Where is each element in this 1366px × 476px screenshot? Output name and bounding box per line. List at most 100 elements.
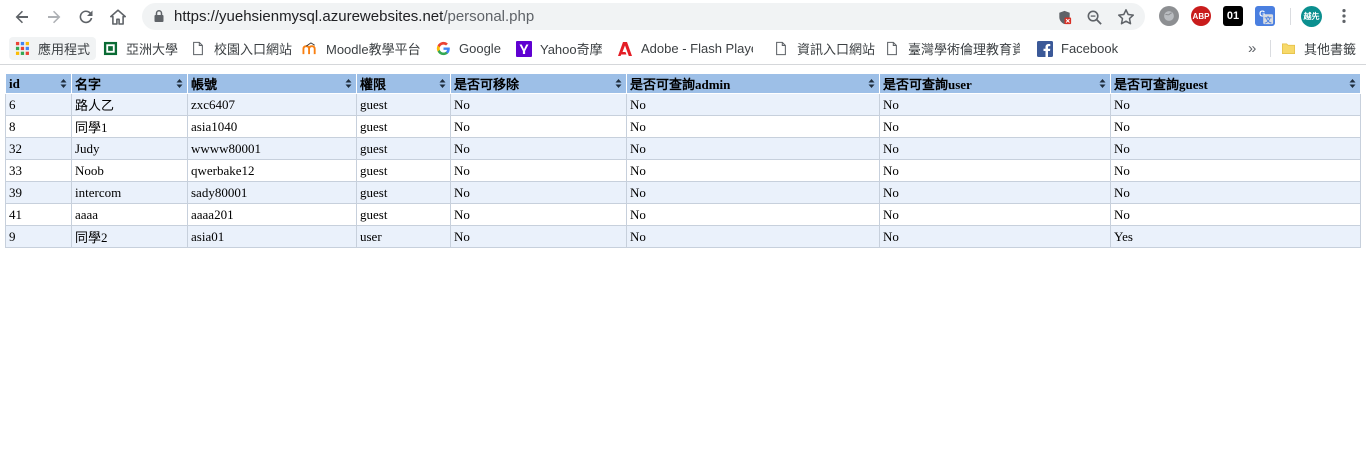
bookmark-moodle[interactable]: Moodle教學平台	[302, 37, 421, 60]
sort-icon[interactable]	[439, 78, 446, 89]
table-cell: qwerbake12	[187, 159, 357, 182]
bookmark-campus-portal[interactable]: 校園入口網站	[190, 37, 292, 60]
table-cell: 同學1	[71, 115, 188, 138]
column-header[interactable]: 是否可移除	[450, 73, 627, 94]
bookmark-info-portal[interactable]: 資訊入口網站	[773, 37, 875, 60]
lock-icon[interactable]	[152, 9, 166, 23]
table-cell: No	[879, 203, 1111, 226]
01-extension-icon[interactable]: 01	[1223, 6, 1243, 26]
zoom-icon[interactable]	[1085, 8, 1103, 26]
bookmarks-overflow-button[interactable]: »	[1248, 37, 1256, 60]
table-cell: guest	[356, 203, 451, 226]
table-cell: intercom	[71, 181, 188, 204]
sort-icon[interactable]	[345, 78, 352, 89]
url-path: /personal.php	[443, 8, 535, 25]
table-cell: aaaa	[71, 203, 188, 226]
bookmark-ethics-edu[interactable]: 臺灣學術倫理教育資	[884, 37, 1020, 60]
table-cell: No	[1110, 115, 1361, 138]
abp-label: ABP	[1192, 11, 1210, 21]
table-cell: 6	[5, 93, 72, 116]
table-cell: sady80001	[187, 181, 357, 204]
address-bar[interactable]: https://yuehsienmysql.azurewebsites.net/…	[142, 3, 1145, 30]
bookmark-adobe-flash[interactable]: Adobe - Flash Playe	[617, 37, 753, 60]
table-cell: asia1040	[187, 115, 357, 138]
column-header[interactable]: 帳號	[187, 73, 357, 94]
apps-grid-icon	[14, 41, 30, 57]
table-header-row: id 名字 帳號 權限 是否可移除 是否可查詢admin 是否可查詢user 是否可查詢gue…	[5, 73, 1361, 94]
column-header[interactable]: 是否可查詢guest	[1110, 73, 1361, 94]
bookmark-other[interactable]: 其他書籤	[1280, 37, 1356, 60]
table-cell: No	[879, 181, 1111, 204]
table-row: 9 同學2 asia01 user No No No Yes	[5, 225, 1361, 248]
01-extension-label: 01	[1226, 10, 1240, 22]
column-header-label: 是否可查詢user	[883, 77, 972, 92]
bookmark-yahoo[interactable]: Yahoo奇摩	[516, 37, 603, 60]
bookmark-star-icon[interactable]	[1117, 8, 1135, 26]
url-text[interactable]: https://yuehsienmysql.azurewebsites.net/…	[174, 8, 534, 25]
table-row: 8 同學1 asia1040 guest No No No No	[5, 115, 1361, 138]
menu-kebab-icon[interactable]	[1334, 6, 1354, 26]
column-header[interactable]: 名字	[71, 73, 188, 94]
extension-globe-icon[interactable]	[1159, 6, 1179, 26]
bookmark-label: 亞洲大學	[126, 42, 179, 57]
table-cell: No	[626, 115, 880, 138]
bookmark-google[interactable]: Google	[435, 37, 501, 60]
table-cell: No	[450, 93, 627, 116]
table-cell: No	[626, 93, 880, 116]
column-header-label: id	[9, 75, 20, 91]
table-cell: No	[450, 225, 627, 248]
sort-icon[interactable]	[615, 78, 622, 89]
cookie-blocked-icon[interactable]	[1055, 8, 1073, 26]
table-cell: 8	[5, 115, 72, 138]
adobe-icon	[617, 41, 633, 57]
column-header-label: 是否可移除	[454, 77, 520, 92]
profile-avatar[interactable]: 越先	[1301, 6, 1322, 27]
table-cell: zxc6407	[187, 93, 357, 116]
bookmark-apps[interactable]: 應用程式	[9, 37, 97, 60]
page-icon	[884, 41, 900, 57]
bookmark-facebook[interactable]: Facebook	[1037, 37, 1118, 60]
abp-icon[interactable]: ABP	[1191, 6, 1211, 26]
home-button[interactable]	[105, 4, 131, 30]
table-row: 6 路人乙 zxc6407 guest No No No No	[5, 93, 1361, 116]
page-icon	[190, 41, 206, 57]
toolbar-separator	[1290, 8, 1291, 25]
moodle-icon	[302, 41, 318, 57]
sort-icon[interactable]	[176, 78, 183, 89]
table-cell: guest	[356, 181, 451, 204]
back-button[interactable]	[9, 4, 35, 30]
table-cell: No	[450, 115, 627, 138]
table-body: 6 路人乙 zxc6407 guest No No No No 8 同學1 asia1040 gues…	[5, 93, 1361, 248]
forward-button[interactable]	[41, 4, 67, 30]
translate-icon[interactable]: G文	[1255, 6, 1275, 26]
table-cell: 32	[5, 137, 72, 160]
browser-toolbar: https://yuehsienmysql.azurewebsites.net/…	[0, 0, 1366, 33]
yahoo-icon	[516, 40, 532, 57]
bookmark-asia-univ[interactable]: 亞洲大學	[102, 37, 178, 60]
table-cell: asia01	[187, 225, 357, 248]
users-table: id 名字 帳號 權限 是否可移除 是否可查詢admin 是否可查詢user 是否可查詢gue…	[5, 73, 1361, 248]
column-header[interactable]: 是否可查詢admin	[626, 73, 880, 94]
table-cell: 39	[5, 181, 72, 204]
facebook-icon	[1037, 40, 1053, 57]
table-cell: No	[879, 93, 1111, 116]
column-header[interactable]: 是否可查詢user	[879, 73, 1111, 94]
bookmarks-separator	[1270, 40, 1271, 57]
table-cell: No	[879, 225, 1111, 248]
sort-icon[interactable]	[60, 78, 67, 89]
bookmarks-bar: 應用程式 亞洲大學 校園入口網站 Moodle教學平台 Google Yahoo…	[0, 33, 1366, 64]
column-header[interactable]: 權限	[356, 73, 451, 94]
home-icon	[110, 9, 126, 25]
column-header[interactable]: id	[5, 73, 72, 94]
table-cell: guest	[356, 137, 451, 160]
sort-icon[interactable]	[1099, 78, 1106, 89]
table-cell: Yes	[1110, 225, 1361, 248]
sort-icon[interactable]	[1349, 78, 1356, 89]
reload-icon	[79, 10, 93, 24]
table-cell: user	[356, 225, 451, 248]
page-icon	[773, 41, 789, 57]
table-cell: No	[450, 203, 627, 226]
sort-icon[interactable]	[868, 78, 875, 89]
reload-button[interactable]	[73, 4, 99, 30]
forward-arrow-icon	[48, 10, 61, 24]
